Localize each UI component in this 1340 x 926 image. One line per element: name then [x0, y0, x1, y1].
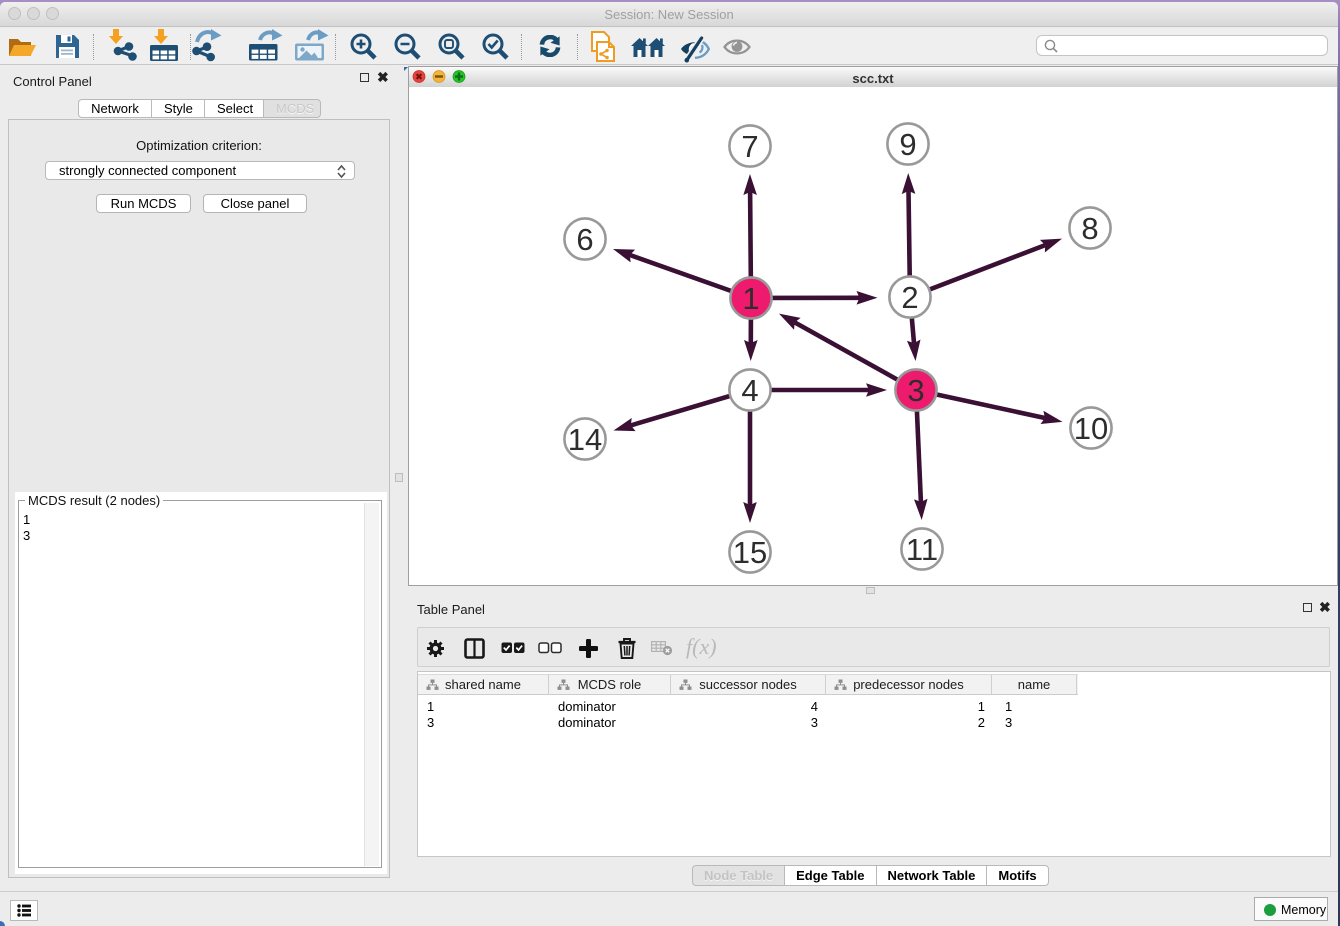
svg-text:11: 11 [906, 532, 938, 567]
svg-text:10: 10 [1074, 411, 1108, 446]
svg-text:1: 1 [742, 281, 759, 316]
svg-text:4: 4 [741, 373, 758, 408]
svg-text:8: 8 [1081, 211, 1098, 246]
svg-text:7: 7 [741, 129, 758, 164]
svg-text:14: 14 [568, 422, 602, 457]
svg-text:2: 2 [901, 280, 918, 315]
svg-text:15: 15 [733, 535, 767, 570]
svg-text:6: 6 [576, 222, 593, 257]
svg-text:3: 3 [907, 373, 924, 408]
svg-text:9: 9 [899, 127, 916, 162]
